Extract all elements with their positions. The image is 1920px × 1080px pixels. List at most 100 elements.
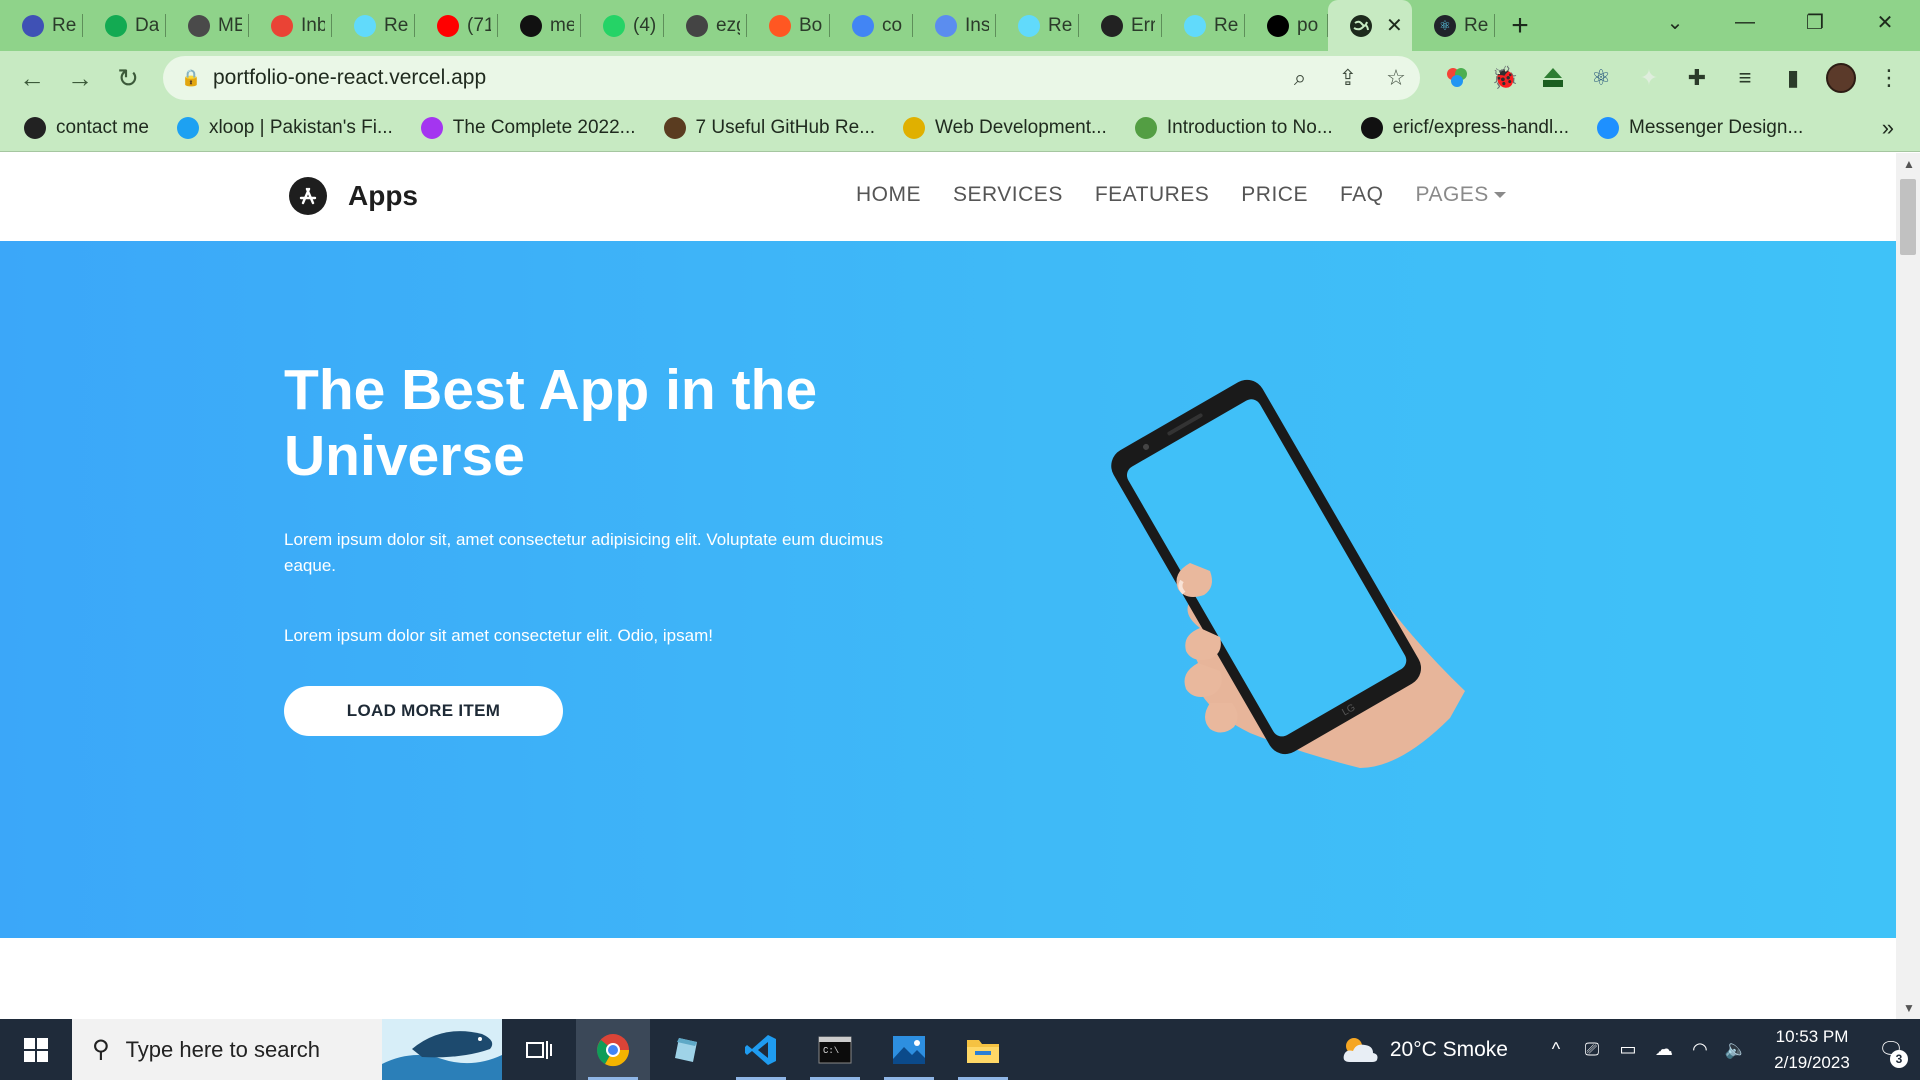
bookmark-item[interactable]: xloop | Pakistan's Fi...	[163, 117, 407, 139]
bookmark-item[interactable]: The Complete 2022...	[407, 117, 650, 139]
bookmark-item[interactable]: 7 Useful GitHub Re...	[650, 117, 890, 139]
close-window-button[interactable]: ✕	[1850, 0, 1920, 44]
tab-7[interactable]: (4)	[581, 0, 664, 51]
globe-icon	[24, 117, 46, 139]
tab-last[interactable]: ⚛ Re	[1412, 0, 1495, 51]
notification-center-button[interactable]: 🗨 3	[1862, 1019, 1920, 1080]
terminal-taskbar-icon[interactable]: C:\	[798, 1019, 872, 1080]
nav-price[interactable]: PRICE	[1241, 183, 1308, 207]
windows-logo-icon	[24, 1037, 48, 1062]
tab-10[interactable]: co	[830, 0, 913, 51]
close-tab-icon[interactable]: ✕	[1386, 13, 1403, 38]
tab-5[interactable]: (71	[415, 0, 498, 51]
reload-button[interactable]: ↻	[104, 54, 152, 102]
taskbar-search[interactable]: ⚲ Type here to search	[72, 1019, 502, 1080]
notes-app-taskbar-icon[interactable]	[650, 1019, 724, 1080]
whatsapp-icon	[603, 14, 625, 37]
globe-icon	[1350, 14, 1372, 37]
share-icon[interactable]: ⇪	[1324, 65, 1372, 91]
back-button[interactable]: ←	[8, 54, 56, 102]
color-picker-extension-icon[interactable]	[1433, 54, 1481, 102]
tab-0[interactable]: Re	[0, 0, 83, 51]
tab-6[interactable]: me	[498, 0, 581, 51]
tab-title: (4)	[633, 14, 657, 36]
bookmark-item[interactable]: contact me	[10, 117, 163, 139]
react-devtools-icon[interactable]: ⚛	[1577, 54, 1625, 102]
tab-14[interactable]: Re	[1162, 0, 1245, 51]
bookmark-star-icon[interactable]: ☆	[1372, 65, 1420, 91]
bookmarks-bar: contact me xloop | Pakistan's Fi... The Co…	[0, 105, 1920, 152]
brand[interactable]: Apps	[289, 177, 418, 215]
menu-kebab-icon[interactable]: ⋮	[1865, 54, 1913, 102]
bookmark-label: contact me	[56, 117, 149, 138]
bookmark-item[interactable]: ericf/express-handl...	[1347, 117, 1583, 139]
file-explorer-taskbar-icon[interactable]	[946, 1019, 1020, 1080]
weather-text: 20°C Smoke	[1389, 1037, 1508, 1061]
tab-2[interactable]: ME	[166, 0, 249, 51]
hand-holding-phone-image: LG	[1060, 373, 1480, 773]
restore-button[interactable]: ❐	[1780, 0, 1850, 44]
nav-home[interactable]: HOME	[856, 183, 921, 207]
sparkle-extension-icon[interactable]: ✦	[1625, 54, 1673, 102]
chevron-up-icon[interactable]: ^	[1538, 1039, 1574, 1060]
tab-12[interactable]: Re	[996, 0, 1079, 51]
tab-13[interactable]: Err	[1079, 0, 1162, 51]
tab-9[interactable]: Bo	[747, 0, 830, 51]
load-more-button[interactable]: LOAD MORE ITEM	[284, 686, 563, 736]
tab-title: Re	[1214, 14, 1238, 36]
scrollbar-thumb[interactable]	[1900, 179, 1916, 255]
system-tray: 20°C Smoke ^ ⎚ ▭ ☁ ◠ 🔈 10:53 PM 2/19/202…	[1340, 1019, 1920, 1080]
tab-1[interactable]: Da	[83, 0, 166, 51]
battery-icon[interactable]: ▭	[1610, 1039, 1646, 1060]
page-scrollbar[interactable]: ▲ ▼	[1896, 153, 1920, 1019]
tab-3[interactable]: Inb	[249, 0, 332, 51]
side-panel-icon[interactable]: ▮	[1769, 54, 1817, 102]
nav-faq[interactable]: FAQ	[1340, 183, 1384, 207]
tab-8[interactable]: ezg	[664, 0, 747, 51]
html-extension-icon[interactable]	[1529, 54, 1577, 102]
scroll-down-icon[interactable]: ▼	[1903, 1001, 1915, 1015]
nav-features[interactable]: FEATURES	[1095, 183, 1209, 207]
bookmark-item[interactable]: Messenger Design...	[1583, 117, 1817, 139]
profile-avatar[interactable]	[1817, 54, 1865, 102]
nav-services[interactable]: SERVICES	[953, 183, 1063, 207]
windows-taskbar: ⚲ Type here to search C:\ 20°C Smoke ^ ⎚	[0, 1019, 1920, 1080]
tab-4[interactable]: Re	[332, 0, 415, 51]
tab-active[interactable]: ✕	[1328, 0, 1412, 51]
minimize-button[interactable]: —	[1710, 0, 1780, 44]
zoom-icon[interactable]: ⌕	[1276, 65, 1324, 91]
start-button[interactable]	[0, 1019, 72, 1080]
lock-icon[interactable]: 🔒	[163, 68, 203, 88]
nav-pages-dropdown[interactable]: PAGES	[1416, 183, 1506, 207]
puzzle-extensions-icon[interactable]: ✚	[1673, 54, 1721, 102]
tab-15[interactable]: po	[1245, 0, 1328, 51]
bookmark-item[interactable]: Web Development...	[889, 117, 1121, 139]
meet-now-icon[interactable]: ⎚	[1574, 1039, 1610, 1060]
bookmarks-overflow-icon[interactable]: »	[1882, 115, 1894, 141]
hero-paragraph-1: Lorem ipsum dolor sit, amet consectetur …	[284, 530, 884, 575]
react-icon	[1018, 14, 1040, 37]
bug-extension-icon[interactable]: 🐞	[1481, 54, 1529, 102]
wifi-icon[interactable]: ◠	[1682, 1039, 1718, 1060]
media-queue-icon[interactable]: ≡	[1721, 54, 1769, 102]
volume-icon[interactable]: 🔈	[1718, 1039, 1754, 1060]
tab-title: Re	[1048, 14, 1072, 36]
photos-taskbar-icon[interactable]	[872, 1019, 946, 1080]
new-tab-button[interactable]: +	[1495, 0, 1545, 51]
clock[interactable]: 10:53 PM 2/19/2023	[1762, 1024, 1862, 1076]
tab-11[interactable]: Ins	[913, 0, 996, 51]
tab-search-chevron-icon[interactable]: ⌄	[1640, 0, 1710, 44]
caret-down-icon	[1493, 192, 1506, 199]
page-viewport: Apps HOME SERVICES FEATURES PRICE FAQ PA…	[0, 153, 1896, 1019]
onedrive-error-icon[interactable]: ☁	[1646, 1039, 1682, 1060]
address-bar[interactable]: 🔒 portfolio-one-react.vercel.app ⌕ ⇪ ☆	[163, 56, 1420, 100]
forward-button[interactable]: →	[56, 54, 104, 102]
url-text[interactable]: portfolio-one-react.vercel.app	[203, 66, 1276, 90]
scroll-up-icon[interactable]: ▲	[1903, 157, 1915, 171]
bookmark-item[interactable]: Introduction to No...	[1121, 117, 1347, 139]
brand-name: Apps	[348, 180, 418, 211]
weather-widget[interactable]: 20°C Smoke	[1340, 1034, 1508, 1066]
vscode-taskbar-icon[interactable]	[724, 1019, 798, 1080]
task-view-button[interactable]	[502, 1019, 576, 1080]
chrome-taskbar-icon[interactable]	[576, 1019, 650, 1080]
